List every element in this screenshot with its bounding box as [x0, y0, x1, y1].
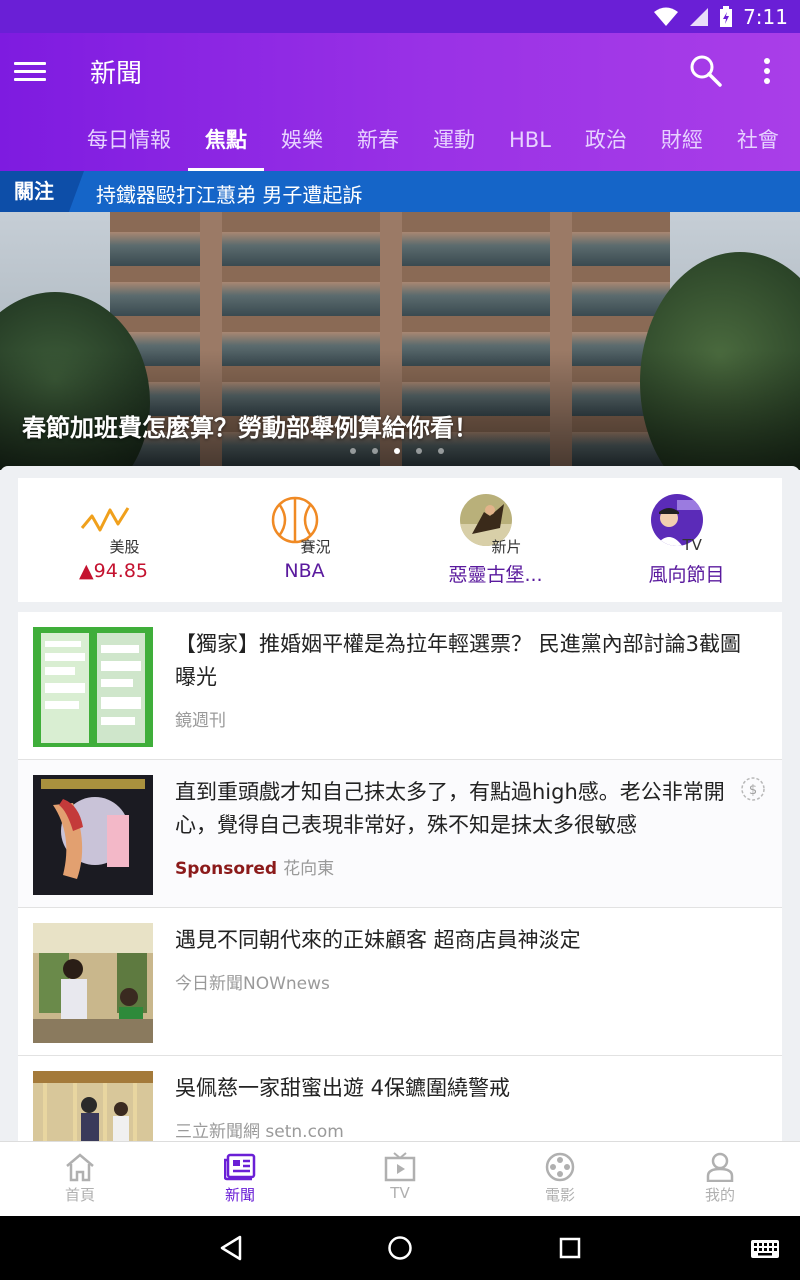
- tab-hbl[interactable]: HBL: [492, 119, 568, 171]
- stock-value: ▲94.85: [18, 560, 209, 582]
- tab-finance[interactable]: 財經: [644, 119, 720, 171]
- news-meta: 今日新聞NOWnews: [175, 969, 330, 994]
- nav-label: 我的: [704, 1186, 735, 1204]
- news-title: 遇見不同朝代來的正妹顧客 超商店員神淡定: [175, 928, 581, 952]
- search-icon[interactable]: [688, 53, 724, 89]
- battery-charging-icon: [720, 5, 733, 27]
- status-bar: 7:11: [0, 0, 800, 33]
- news-list: 【獨家】推婚姻平權是為拉年輕選票？ 民進黨內部討論3截圖曝光 鏡週刊 直到重頭戲…: [18, 612, 782, 1146]
- nav-label: 電影: [544, 1186, 575, 1204]
- more-vert-icon[interactable]: [756, 55, 778, 87]
- quick-link-sub: TV: [682, 536, 702, 554]
- hero-headline[interactable]: 春節加班費怎麼算？勞動部舉例算給你看！: [22, 408, 478, 443]
- nav-label: 首頁: [64, 1186, 95, 1204]
- carousel-dot: [416, 448, 422, 454]
- carousel-indicator: [350, 448, 444, 454]
- carousel-thumb: [33, 1071, 153, 1146]
- app-bar: 新聞 每日情報 焦點 娛樂 新春 運動 HBL 政治 財經 社會 國: [0, 33, 800, 171]
- system-nav-bar: [0, 1216, 800, 1280]
- convenience-store-thumb: [33, 923, 153, 1043]
- carousel-dot: [350, 448, 356, 454]
- tab-politics[interactable]: 政治: [568, 119, 644, 171]
- keyboard-icon[interactable]: [750, 1238, 780, 1260]
- quick-link-nba[interactable]: 賽況 NBA: [209, 478, 400, 602]
- tab-society[interactable]: 社會: [720, 119, 796, 171]
- breaking-ticker[interactable]: 關注 持鐵器毆打江蕙弟 男子遭起訴: [0, 171, 800, 212]
- tab-daily[interactable]: 每日情報: [70, 119, 188, 171]
- sponsored-list-item[interactable]: 直到重頭戲才知自己抹太多了，有點過high感。老公非常開心，覺得自己表現非常好，…: [18, 760, 782, 908]
- tab-focus[interactable]: 焦點: [188, 119, 264, 171]
- nav-label: 新聞: [224, 1186, 255, 1204]
- nav-home[interactable]: 首頁: [0, 1142, 160, 1216]
- home-circle-icon[interactable]: [387, 1234, 413, 1262]
- list-item[interactable]: 遇見不同朝代來的正妹顧客 超商店員神淡定 今日新聞NOWnews: [18, 908, 782, 1056]
- ticker-text[interactable]: 持鐵器毆打江蕙弟 男子遭起訴: [96, 171, 362, 212]
- wifi-icon: [654, 7, 679, 26]
- news-meta: Sponsored 花向東: [175, 854, 334, 879]
- status-time: 7:11: [743, 4, 788, 29]
- page-title: 新聞: [90, 59, 143, 89]
- home-icon: [66, 1153, 94, 1182]
- tab-sports[interactable]: 運動: [416, 119, 492, 171]
- menu-icon[interactable]: [14, 57, 46, 85]
- bottom-nav: 首頁 新聞 TV 電影 我的: [0, 1141, 800, 1216]
- ticker-tag: 關注: [0, 171, 84, 212]
- nav-tv[interactable]: TV: [320, 1142, 480, 1216]
- nav-news[interactable]: 新聞: [160, 1142, 320, 1216]
- news-source: 鏡週刊: [175, 711, 226, 731]
- sponsored-label: Sponsored: [175, 859, 278, 879]
- quick-links: 美股 ▲94.85 賽況 NBA 新片 惡靈古堡... TV 風向節目: [18, 478, 782, 602]
- news-source: 三立新聞網 setn.com: [175, 1122, 344, 1142]
- quick-link-value: 惡靈古堡...: [448, 564, 543, 586]
- nav-profile[interactable]: 我的: [640, 1142, 800, 1216]
- news-title: 直到重頭戲才知自己抹太多了，有點過high感。老公非常開心，覺得自己表現非常好，…: [175, 780, 725, 837]
- carousel-dot: [372, 448, 378, 454]
- news-icon: [224, 1153, 256, 1181]
- news-meta: 三立新聞網 setn.com: [175, 1117, 344, 1142]
- news-title: 【獨家】推婚姻平權是為拉年輕選票？ 民進黨內部討論3截圖曝光: [175, 632, 742, 689]
- quick-link-sub: 美股: [109, 538, 140, 556]
- chat-screenshot-thumb: [33, 627, 153, 747]
- person-icon: [706, 1152, 734, 1182]
- news-title: 吳佩慈一家甜蜜出遊 4保鑣圍繞警戒: [175, 1076, 511, 1100]
- nav-movies[interactable]: 電影: [480, 1142, 640, 1216]
- tv-icon: [384, 1152, 416, 1182]
- list-item[interactable]: 吳佩慈一家甜蜜出遊 4保鑣圍繞警戒 三立新聞網 setn.com: [18, 1056, 782, 1146]
- news-source: 花向東: [283, 859, 335, 879]
- quick-link-sub: 賽況: [300, 538, 331, 556]
- tab-entertainment[interactable]: 娛樂: [264, 119, 340, 171]
- triangle-up-icon: ▲: [78, 560, 94, 582]
- stock-value-text: 94.85: [93, 560, 149, 582]
- news-meta: 鏡週刊: [175, 706, 226, 731]
- nav-label: TV: [390, 1184, 410, 1202]
- svg-text:$: $: [749, 783, 757, 798]
- quick-link-movie[interactable]: 新片 惡靈古堡...: [400, 478, 591, 602]
- list-item[interactable]: 【獨家】推婚姻平權是為拉年輕選票？ 民進黨內部討論3截圖曝光 鏡週刊: [18, 612, 782, 760]
- recents-icon[interactable]: [558, 1234, 582, 1262]
- hero-carousel[interactable]: 春節加班費怎麼算？勞動部舉例算給你看！: [0, 212, 800, 470]
- ad-product-thumb: [33, 775, 153, 895]
- tab-international[interactable]: 國: [796, 119, 800, 171]
- sponsored-dollar-icon[interactable]: $: [740, 776, 766, 802]
- quick-link-sub: 新片: [491, 538, 522, 556]
- quick-link-tv[interactable]: TV 風向節目: [591, 478, 782, 602]
- signal-icon: [690, 7, 709, 26]
- quick-link-value: NBA: [284, 560, 325, 582]
- tab-new-year[interactable]: 新春: [340, 119, 416, 171]
- film-reel-icon: [545, 1152, 575, 1182]
- back-icon[interactable]: [218, 1234, 244, 1262]
- category-tabs: 每日情報 焦點 娛樂 新春 運動 HBL 政治 財經 社會 國: [70, 119, 800, 171]
- news-source: 今日新聞NOWnews: [175, 974, 330, 994]
- carousel-dot: [438, 448, 444, 454]
- quick-link-value: 風向節目: [648, 564, 725, 586]
- quick-link-us-stock[interactable]: 美股 ▲94.85: [18, 478, 209, 602]
- carousel-dot-active: [394, 448, 400, 454]
